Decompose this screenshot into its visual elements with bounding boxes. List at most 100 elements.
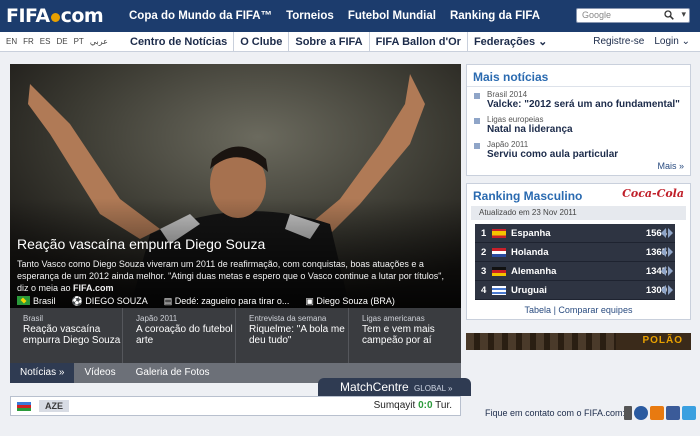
lang-es[interactable]: ES [40,32,51,52]
top-nav: Copa do Mundo da FIFA™ Torneios Futebol … [122,0,547,32]
secondary-nav: Centro de Notícias O Clube Sobre a FIFA … [130,32,559,52]
sub-news-category: Japão 2011 [136,314,178,323]
rss-icon[interactable] [650,406,664,420]
matchcentre-country: AZE [39,400,69,412]
settings-icon[interactable] [634,406,648,420]
ranking-row[interactable]: 2 Holanda 1365 [475,243,675,262]
nav-about-fifa[interactable]: Sobre a FIFA [295,32,370,52]
sub-news-strip: Brasil Reação vascaína empurra Diego Sou… [10,308,461,363]
nav-news-centre[interactable]: Centro de Notícias [130,32,235,52]
hero-tags: Brasil ⚽ DIEGO SOUZA ▤ Dedé: zagueiro pa… [17,296,411,307]
facebook-icon[interactable] [666,406,680,420]
more-news-link[interactable]: Mais » [657,161,684,171]
arrow-right-icon[interactable] [668,247,673,257]
ranking-row[interactable]: 4 Uruguai 1309 [475,281,675,300]
account-links: Registre-se Login ⌄ [583,32,690,52]
ranking-table-link[interactable]: Tabela [525,305,552,315]
sub-news-item[interactable]: Ligas americanas Tem e vem mais campeão … [349,308,461,363]
top-bar: FIFA com Copa do Mundo da FIFA™ Torneios … [0,0,700,32]
lang-pt[interactable]: PT [74,32,84,52]
twitter-icon[interactable] [682,406,696,420]
ranking-links: Tabela | Comparar equipes [524,305,633,315]
arrow-right-icon[interactable] [668,228,673,238]
lang-ar[interactable]: عربي [90,32,108,52]
arrow-left-icon[interactable] [661,228,666,238]
nav-world-cup[interactable]: Copa do Mundo da FIFA™ [122,0,279,32]
ranking-row[interactable]: 3 Alemanha 1345 [475,262,675,281]
hero-story[interactable]: Reação vascaína empurra Diego Souza Tant… [10,64,461,308]
more-news-category: Ligas europeias [487,115,544,124]
social-links [624,406,698,420]
contact-label: Fique em contato com o FIFA.com: [485,408,626,418]
ranking-row[interactable]: 1 Espanha 1564 [475,224,675,243]
lang-fr[interactable]: FR [23,32,34,52]
arrow-left-icon[interactable] [661,285,666,295]
sub-bar: EN FR ES DE PT عربي Centro de Notícias O… [0,32,700,52]
arrow-left-icon[interactable] [661,247,666,257]
mobile-icon[interactable] [624,406,632,420]
germany-flag-icon [492,267,506,276]
more-news-headline[interactable]: Natal na liderança [487,124,690,135]
nav-world-football[interactable]: Futebol Mundial [341,0,443,32]
lang-de[interactable]: DE [56,32,67,52]
search-label: Google [582,10,612,20]
sub-news-category: Brasil [23,314,44,323]
ad-pattern [466,333,616,350]
ranking-table: 1 Espanha 1564 2 Holanda 1365 3 Alemanha… [475,224,675,300]
more-news-item[interactable]: Japão 2011 Serviu como aula particular [467,137,690,162]
login-link[interactable]: Login ⌄ [654,32,690,52]
nav-federations[interactable]: Federações ⌄ [474,32,553,52]
arrow-left-icon[interactable] [661,266,666,276]
azerbaijan-flag-icon [17,402,31,411]
ranking-title: Ranking Masculino Coca-Cola [473,187,684,203]
tag-brasil[interactable]: Brasil [17,296,64,307]
more-news-box: Mais notícias Brasil 2014 Valcke: "2012 … [466,64,691,176]
more-news-headline[interactable]: Serviu como aula particular [487,149,690,160]
nav-ballon-dor[interactable]: FIFA Ballon d'Or [376,32,468,52]
more-news-headline[interactable]: Valcke: "2012 será um ano fundamental" [487,99,690,110]
tag-player[interactable]: ⚽ DIEGO SOUZA [72,296,156,307]
more-news-category: Brasil 2014 [487,90,528,99]
more-news-item[interactable]: Ligas europeias Natal na liderança [467,112,690,137]
fifa-logo[interactable]: FIFA com [6,5,104,27]
more-news-item[interactable]: Brasil 2014 Valcke: "2012 será um ano fu… [467,87,690,112]
sub-news-item[interactable]: Entrevista da semana Riquelme: "A bola m… [236,308,349,363]
ranking-updated: Atualizado em 23 Nov 2011 [471,206,686,220]
matchcentre-tag: GLOBAL » [414,384,453,393]
sub-news-title[interactable]: Riquelme: "A bola me deu tudo" [249,324,348,346]
chevron-down-icon[interactable]: ▾ [681,9,686,20]
nav-fifa-ranking[interactable]: Ranking da FIFA [443,0,547,32]
spain-flag-icon [492,229,506,238]
uruguay-flag-icon [492,286,506,295]
ad-banner[interactable]: POLÃO [466,333,691,350]
sub-news-item[interactable]: Japão 2011 A coroação do futebol arte [123,308,236,363]
hero-title[interactable]: Reação vascaína empurra Diego Souza [17,236,265,252]
matchcentre-ticker[interactable]: AZE Sumqayit 0:0 Tur. [10,396,461,416]
matchcentre-header[interactable]: MatchCentre GLOBAL » [318,378,471,396]
ranking-box: Ranking Masculino Coca-Cola Atualizado e… [466,183,691,320]
compare-teams-link[interactable]: Comparar equipes [558,305,632,315]
matchcentre: MatchCentre GLOBAL » AZE Sumqayit 0:0 Tu… [10,378,471,420]
hero-text: Tanto Vasco como Diego Souza viveram um … [17,258,452,294]
lang-en[interactable]: EN [6,32,17,52]
search-input[interactable]: Google ▾ [576,8,690,23]
sub-news-title[interactable]: Reação vascaína empurra Diego Souza [23,324,122,346]
tag-related[interactable]: ▤ Dedé: zagueiro para tirar o... [164,296,298,307]
register-link[interactable]: Registre-se [593,32,644,52]
arrow-right-icon[interactable] [668,285,673,295]
nav-tournaments[interactable]: Torneios [279,0,341,32]
ad-text: POLÃO [642,335,683,346]
matchcentre-score[interactable]: Sumqayit 0:0 Tur. [374,400,452,411]
language-selector: EN FR ES DE PT عربي [6,32,114,52]
sub-news-title[interactable]: A coroação do futebol arte [136,324,235,346]
sponsor-logo: Coca-Cola [622,187,684,200]
sub-news-category: Ligas americanas [362,314,425,323]
search-icon[interactable] [664,10,674,20]
nav-the-club[interactable]: O Clube [240,32,290,52]
tag-photo[interactable]: ▣ Diego Souza (BRA) [305,296,403,307]
more-news-title: Mais notícias [467,65,690,87]
sub-news-title[interactable]: Tem e vem mais campeão por aí [362,324,461,346]
arrow-right-icon[interactable] [668,266,673,276]
netherlands-flag-icon [492,248,506,257]
sub-news-item[interactable]: Brasil Reação vascaína empurra Diego Sou… [10,308,123,363]
